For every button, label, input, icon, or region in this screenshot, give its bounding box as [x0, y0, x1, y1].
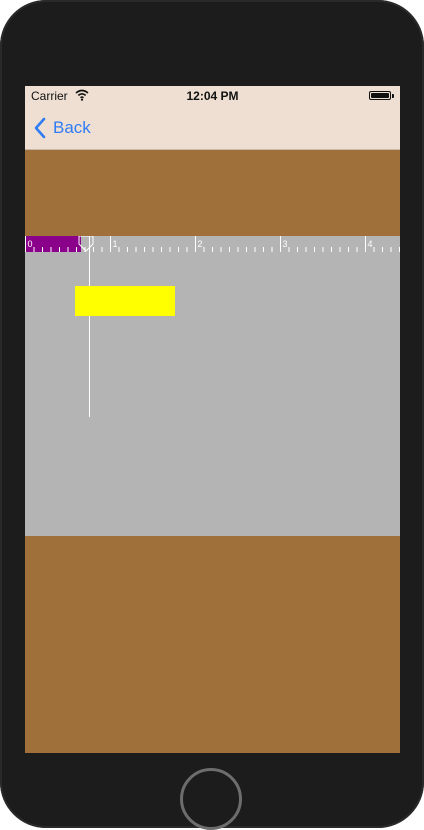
battery-cap [392, 94, 394, 98]
home-button[interactable] [180, 768, 242, 830]
back-button[interactable]: Back [33, 116, 91, 140]
ruler[interactable]: 0 1 2 3 4 [25, 236, 400, 252]
guide-line[interactable] [89, 236, 90, 417]
ruler-handle-icon[interactable] [78, 236, 94, 252]
ruler-label: 3 [283, 239, 288, 249]
highlight-box[interactable] [75, 286, 175, 316]
ruler-label: 0 [28, 239, 33, 249]
back-label: Back [53, 118, 91, 137]
battery-fill [371, 93, 389, 98]
ruler-label: 4 [368, 239, 373, 249]
ruler-label: 2 [198, 239, 203, 249]
navigation-bar: Back [25, 106, 400, 150]
status-time: 12:04 PM [186, 89, 239, 103]
status-bar: Carrier 12:04 PM [25, 86, 400, 106]
battery-icon [369, 91, 391, 100]
app-screen: Carrier 12:04 PM Back 0 1 2 3 4 [25, 86, 400, 753]
chevron-left-icon [34, 117, 46, 139]
ruler-progress-fill [25, 236, 81, 252]
ruler-graphic: 0 1 2 3 4 [25, 236, 400, 252]
bottom-content-area [25, 536, 400, 753]
ruler-label: 1 [113, 239, 118, 249]
top-content-area [25, 150, 400, 236]
